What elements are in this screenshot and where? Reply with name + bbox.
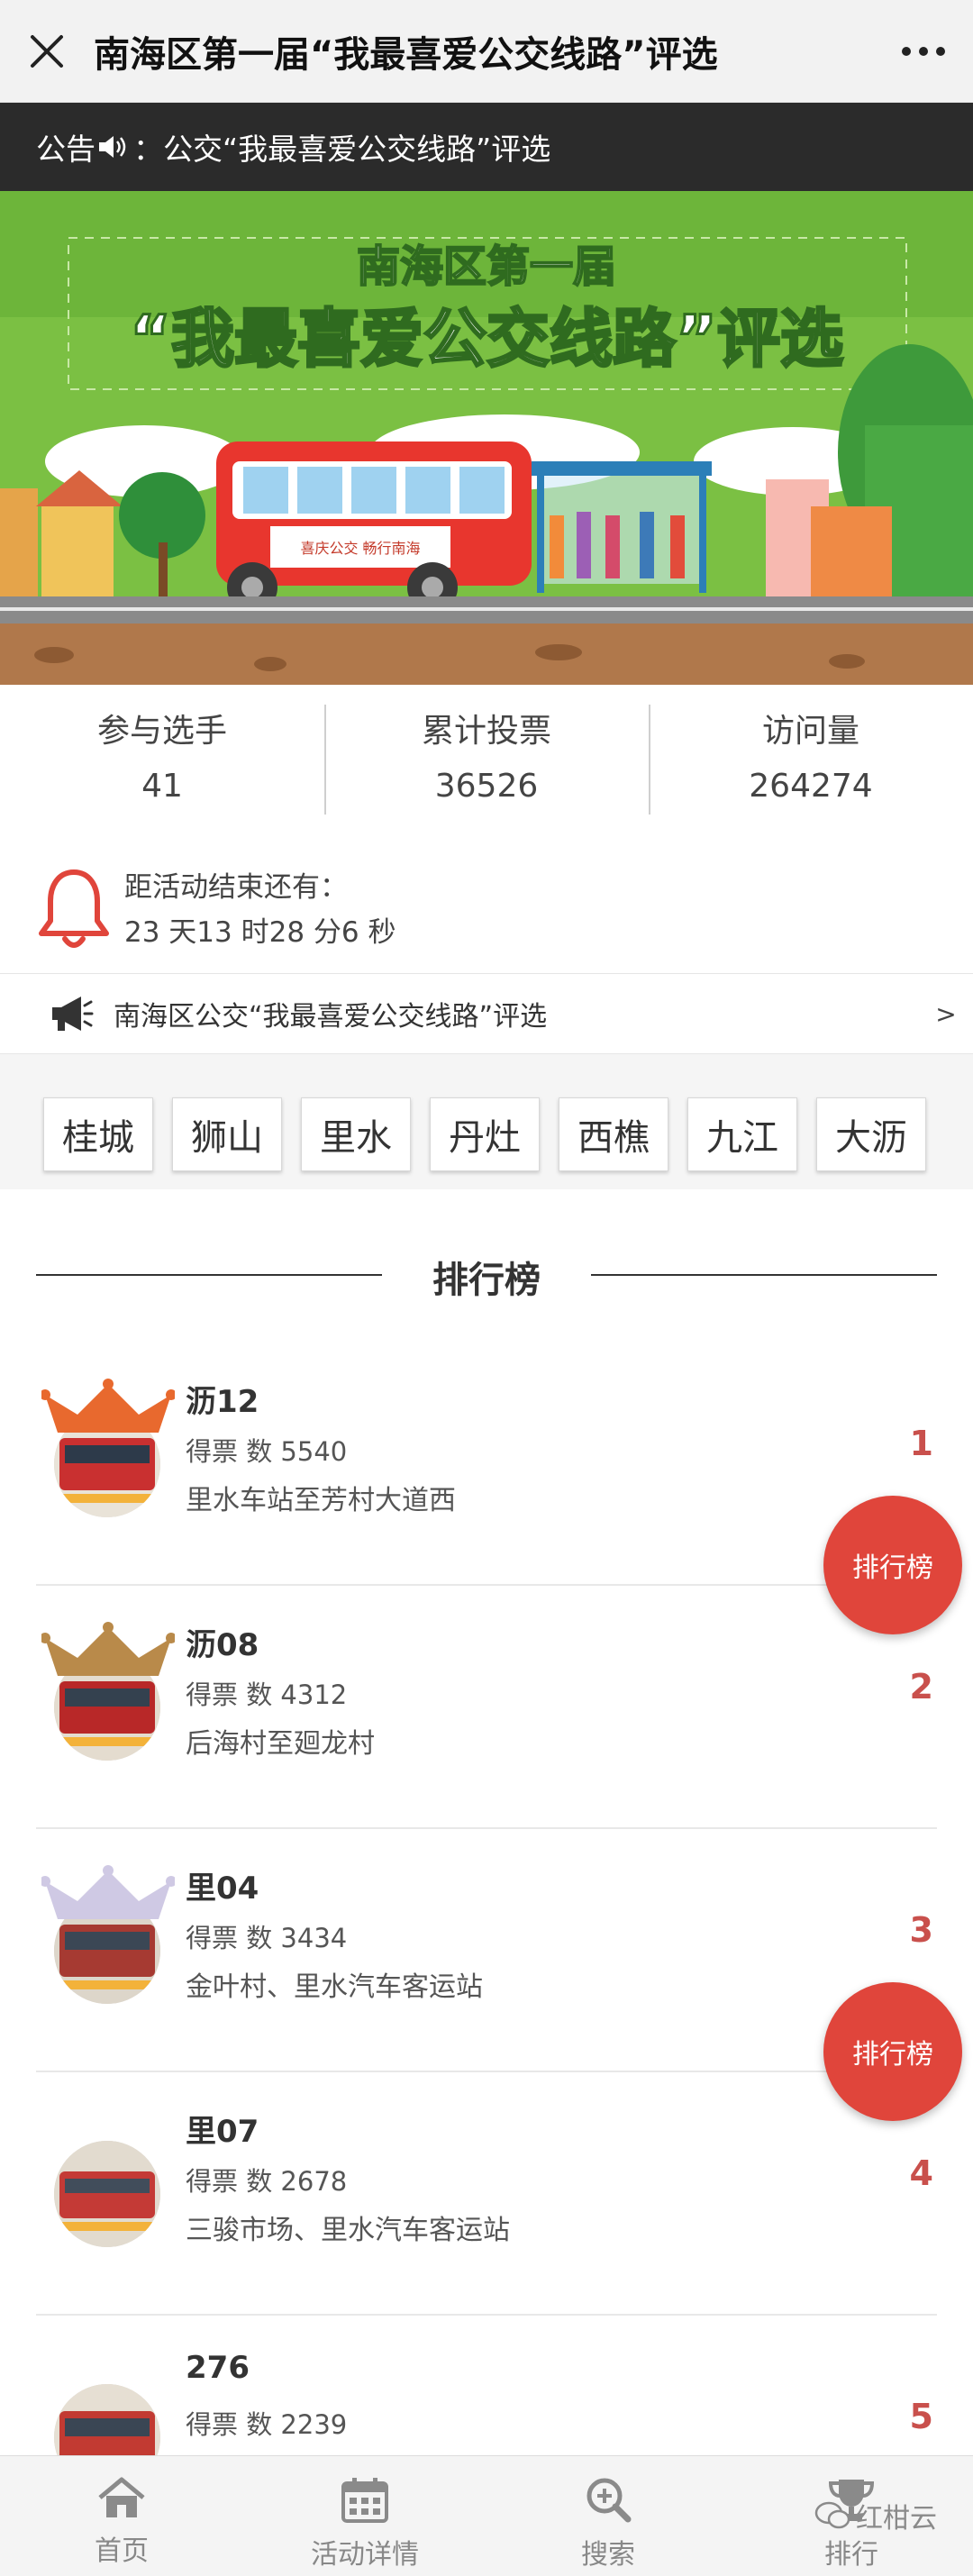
nav-label: 搜索 — [581, 2539, 635, 2571]
bell-icon — [39, 869, 109, 948]
route-thumbnail — [41, 1379, 175, 1523]
route-stops: 里水车站至芳村大道西 — [186, 1485, 456, 1516]
route-votes: 得票 数 3434 — [186, 1923, 348, 1953]
event-banner: 喜庆公交 畅行南海 南海区第一届 “我最喜爱公交线路”评选 — [0, 191, 973, 685]
stat-value: 264274 — [749, 768, 873, 805]
route-name: 沥08 — [186, 1627, 259, 1663]
route-name: 沥12 — [186, 1384, 259, 1420]
ranking-float-button[interactable]: 排行榜 — [823, 1982, 962, 2121]
announcement-bar[interactable]: 公告 ：公交“我最喜爱公交线路”评选 — [0, 103, 973, 191]
stats-panel: 参与选手 41 累计投票 36526 访问量 264274 — [0, 685, 973, 829]
route-stops: 后海村至廻龙村 — [186, 1728, 375, 1760]
district-tabs: 桂城 狮山 里水 丹灶 西樵 九江 大沥 — [0, 1054, 973, 1189]
stat-label: 参与选手 — [96, 713, 227, 750]
watermark: 红柑云 — [814, 2496, 937, 2535]
watermark-text: 红柑云 — [856, 2503, 937, 2535]
stat-label: 累计投票 — [421, 713, 551, 750]
route-votes: 得票 数 5540 — [186, 1436, 348, 1467]
route-stops: 金叶村、里水汽车客运站 — [186, 1971, 483, 2003]
countdown: 距活动结束还有： 23 天13 时28 分6 秒 — [0, 847, 973, 973]
stat-label: 访问量 — [761, 713, 859, 750]
ranking-row[interactable]: 里04 得票 数 3434 金叶村、里水汽车客运站 3 — [36, 1829, 937, 2072]
countdown-label: 距活动结束还有： — [124, 871, 348, 904]
nav-details[interactable]: 活动详情 — [243, 2456, 486, 2576]
banner-title-line2: “我最喜爱公交线路”评选 — [130, 302, 843, 376]
announcement-text: ：公交“我最喜爱公交线路”评选 — [133, 132, 551, 167]
page-title: 南海区第一届“我最喜爱公交线路”评选 — [94, 33, 718, 76]
more-button[interactable] — [874, 0, 973, 103]
district-tab[interactable]: 九江 — [687, 1097, 797, 1171]
stat-visits: 访问量 264274 — [649, 685, 973, 829]
ranking-row[interactable]: 沥12 得票 数 5540 里水车站至芳村大道西 1 — [36, 1343, 937, 1586]
banner-title-line1: 南海区第一届 — [357, 241, 616, 292]
close-icon — [31, 34, 63, 68]
district-tab[interactable]: 狮山 — [172, 1097, 282, 1171]
search-plus-icon — [587, 2478, 632, 2523]
rank-number: 2 — [909, 1667, 933, 1707]
nav-label: 排行 — [824, 2539, 878, 2571]
district-tab[interactable]: 西樵 — [559, 1097, 668, 1171]
nav-home[interactable]: 首页 — [0, 2456, 243, 2576]
rank-number: 1 — [909, 1424, 933, 1463]
home-icon — [98, 2477, 145, 2517]
crown-icon — [41, 1379, 175, 1433]
divider — [591, 1274, 937, 1276]
district-tab[interactable]: 丹灶 — [430, 1097, 540, 1171]
ranking-row[interactable]: 里07 得票 数 2678 三骏市场、里水汽车客运站 4 — [36, 2072, 937, 2316]
ranking-title: 排行榜 — [432, 1260, 541, 1301]
route-name: 276 — [186, 2350, 250, 2386]
nav-search[interactable]: 搜索 — [486, 2456, 730, 2576]
chevron-right-icon: > — [935, 998, 957, 1029]
news-text: 南海区公交“我最喜爱公交线路”评选 — [114, 1001, 548, 1033]
ranking-float-button[interactable]: 排行榜 — [823, 1496, 962, 1634]
ranking-header: 排行榜 — [0, 1234, 973, 1315]
route-thumbnail — [41, 2108, 175, 2253]
news-row[interactable]: 南海区公交“我最喜爱公交线路”评选 > — [0, 973, 973, 1054]
ranking-row[interactable]: 沥08 得票 数 4312 后海村至廻龙村 2 — [36, 1586, 937, 1829]
route-thumbnail — [41, 1865, 175, 2009]
route-votes: 得票 数 4312 — [186, 1679, 348, 1710]
stat-value: 41 — [141, 768, 183, 805]
district-tab[interactable]: 桂城 — [43, 1097, 153, 1171]
calendar-icon — [341, 2478, 388, 2523]
nav-label: 活动详情 — [311, 2539, 419, 2571]
district-tab[interactable]: 大沥 — [816, 1097, 926, 1171]
speaker-icon — [97, 133, 130, 160]
stat-value: 36526 — [434, 768, 539, 805]
title-bar: 南海区第一届“我最喜爱公交线路”评选 — [0, 0, 973, 103]
route-votes: 得票 数 2239 — [186, 2409, 348, 2440]
countdown-value: 23 天13 时28 分6 秒 — [124, 916, 396, 949]
close-button[interactable] — [0, 0, 94, 103]
route-votes: 得票 数 2678 — [186, 2166, 348, 2197]
stat-participants: 参与选手 41 — [0, 685, 324, 829]
route-name: 里04 — [186, 1871, 259, 1907]
rank-number: 4 — [909, 2153, 933, 2193]
rank-number: 3 — [909, 1910, 933, 1950]
banner-bus-text: 喜庆公交 畅行南海 — [300, 540, 420, 557]
rank-number: 5 — [909, 2397, 933, 2436]
route-stops: 三骏市场、里水汽车客运站 — [186, 2215, 510, 2246]
wechat-icon — [814, 2501, 850, 2529]
announcement-prefix: 公告 — [36, 132, 95, 167]
nav-label: 首页 — [95, 2535, 149, 2567]
crown-icon — [41, 1865, 175, 1919]
route-thumbnail — [41, 1622, 175, 1766]
bus-photo — [54, 2141, 160, 2247]
megaphone-icon — [52, 997, 94, 1031]
more-icon — [902, 46, 945, 56]
page: 南海区第一届“我最喜爱公交线路”评选 公告 ：公交“我最喜爱公交线路”评选 喜庆… — [0, 0, 973, 2576]
route-name: 里07 — [186, 2114, 259, 2150]
district-tab[interactable]: 里水 — [301, 1097, 411, 1171]
stat-total-votes: 累计投票 36526 — [324, 685, 649, 829]
crown-icon — [41, 1622, 175, 1676]
